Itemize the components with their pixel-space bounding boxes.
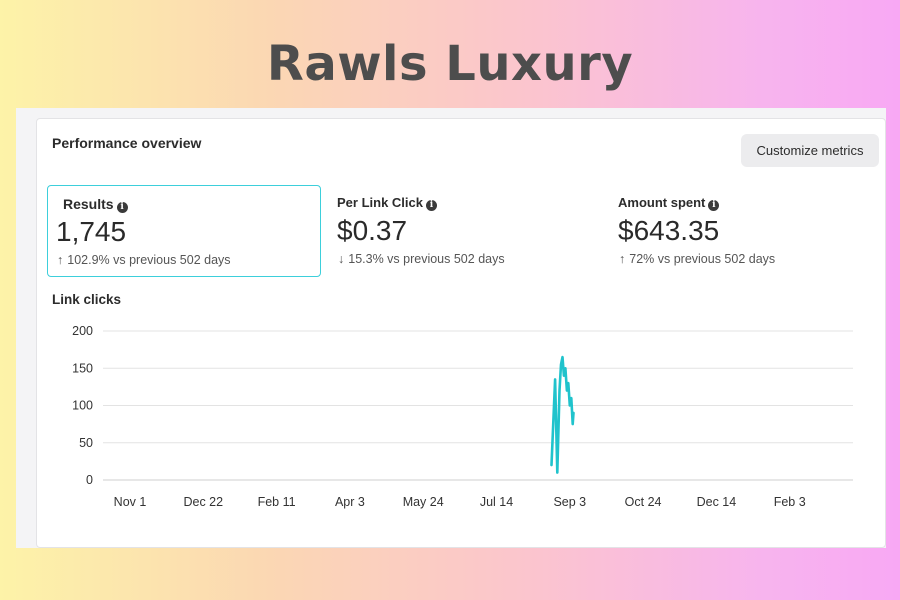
x-tick-label: May 24	[403, 495, 444, 509]
x-tick-label: Dec 14	[697, 495, 737, 509]
y-tick-label: 0	[86, 473, 93, 487]
y-tick-label: 150	[72, 361, 93, 375]
y-tick-label: 50	[79, 436, 93, 450]
x-tick-label: Nov 1	[114, 495, 147, 509]
series-line-0	[550, 355, 575, 474]
screenshot-panel: Performance overview Customize metrics R…	[16, 108, 886, 548]
y-tick-label: 200	[72, 324, 93, 338]
x-tick-label: Oct 24	[625, 495, 662, 509]
x-tick-label: Dec 22	[183, 495, 223, 509]
x-tick-label: Sep 3	[553, 495, 586, 509]
brand-title: Rawls Luxury	[266, 36, 634, 92]
x-tick-label: Apr 3	[335, 495, 365, 509]
performance-card: Performance overview Customize metrics R…	[36, 118, 886, 548]
x-tick-label: Jul 14	[480, 495, 513, 509]
x-tick-label: Feb 11	[258, 495, 296, 509]
link-clicks-chart: 0 50 100 150 200 Nov 1 Dec 22 Feb 11 Apr 3 May 24…	[72, 324, 853, 509]
y-tick-label: 100	[72, 399, 93, 413]
x-tick-label: Feb 3	[774, 495, 806, 509]
